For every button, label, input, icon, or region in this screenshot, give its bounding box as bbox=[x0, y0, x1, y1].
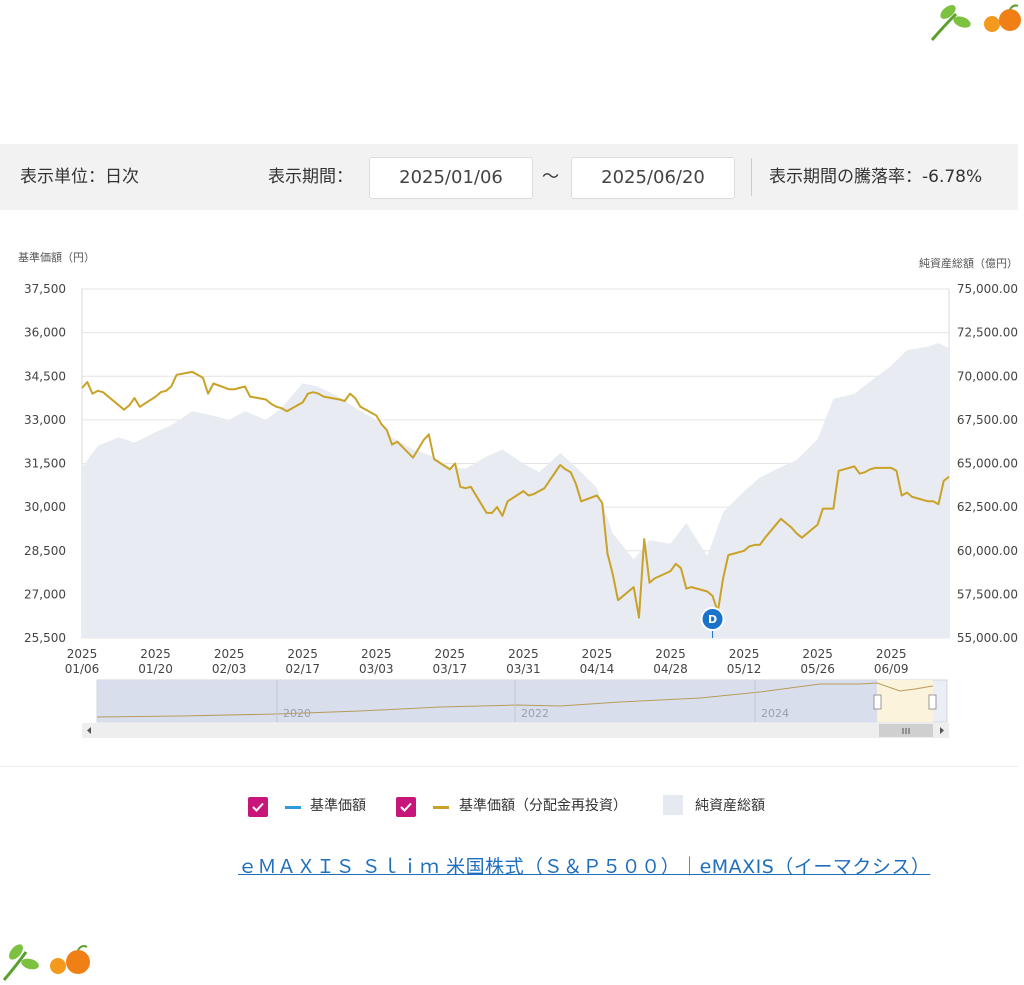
legend-base-price: 基準価額 bbox=[310, 798, 366, 814]
legend-reinvested-price: 基準価額（分配金再投資） bbox=[459, 798, 627, 814]
toolbar-divider bbox=[751, 158, 752, 196]
y-tick-label: 25,500 bbox=[24, 631, 66, 645]
reinvested-price-checkbox[interactable] bbox=[396, 797, 416, 817]
x-tick-date: 01/20 bbox=[138, 662, 173, 676]
x-tick-date: 05/26 bbox=[800, 662, 835, 676]
y2-tick-label: 62,500.00 bbox=[957, 500, 1018, 514]
x-tick-date: 03/03 bbox=[359, 662, 394, 676]
y-tick-label: 37,500 bbox=[24, 282, 66, 296]
fund-page-link[interactable]: ｅＭＡＸＩＳ Ｓｌｉｍ 米国株式（Ｓ＆Ｐ５００）｜eMAXIS（イーマクシス） bbox=[238, 852, 930, 879]
end-date-input[interactable]: 2025/06/20 bbox=[571, 157, 735, 199]
date-range-tilde: ～ bbox=[542, 167, 559, 187]
legend-net-assets: 純資産総額 bbox=[695, 798, 765, 814]
y2-tick-label: 72,500.00 bbox=[957, 326, 1018, 340]
net-assets-swatch[interactable] bbox=[663, 795, 683, 815]
distribution-marker-label: D bbox=[708, 613, 717, 626]
y2-tick-label: 70,000.00 bbox=[957, 369, 1018, 383]
navigator-year-label: 2024 bbox=[761, 707, 789, 720]
x-tick-date: 04/14 bbox=[580, 662, 615, 676]
display-settings-bar: 表示単位：日次 表示期間： 2025/01/06 ～ 2025/06/20 表示… bbox=[0, 144, 1018, 210]
x-tick-date: 01/06 bbox=[65, 662, 100, 676]
display-period-label: 表示期間： bbox=[268, 167, 353, 187]
x-tick-year: 2025 bbox=[729, 647, 760, 661]
x-tick-year: 2025 bbox=[655, 647, 686, 661]
price-chart: 基準価額（円） 純資産総額（億円） 37,500 36,000 34,500 33,0… bbox=[18, 250, 1018, 738]
y-tick-label: 27,000 bbox=[24, 587, 66, 601]
x-tick-year: 2025 bbox=[214, 647, 245, 661]
y-tick-label: 36,000 bbox=[24, 326, 66, 340]
start-date-input[interactable]: 2025/01/06 bbox=[369, 157, 533, 199]
y-tick-label: 33,000 bbox=[24, 413, 66, 427]
x-tick-year: 2025 bbox=[435, 647, 466, 661]
y2-tick-label: 55,000.00 bbox=[957, 631, 1018, 645]
x-tick-year: 2025 bbox=[140, 647, 171, 661]
period-change-rate: 表示期間の騰落率：-6.78% bbox=[769, 167, 983, 187]
base-price-checkbox[interactable] bbox=[248, 797, 268, 817]
y2-tick-label: 65,000.00 bbox=[957, 457, 1018, 471]
y2-tick-label: 67,500.00 bbox=[957, 413, 1018, 427]
reinvested-price-swatch bbox=[433, 806, 449, 809]
x-tick-year: 2025 bbox=[361, 647, 392, 661]
x-tick-date: 03/31 bbox=[506, 662, 541, 676]
y-tick-label: 31,500 bbox=[24, 457, 66, 471]
x-tick-date: 02/03 bbox=[212, 662, 247, 676]
y-tick-label: 30,000 bbox=[24, 500, 66, 514]
base-price-swatch bbox=[285, 806, 301, 809]
x-tick-year: 2025 bbox=[508, 647, 539, 661]
x-tick-date: 04/28 bbox=[653, 662, 688, 676]
x-tick-year: 2025 bbox=[287, 647, 318, 661]
x-tick-date: 05/12 bbox=[727, 662, 762, 676]
leaf-orange-logo-bottom bbox=[2, 944, 90, 981]
x-tick-date: 02/17 bbox=[285, 662, 320, 676]
right-axis-title: 純資産総額（億円） bbox=[919, 256, 1018, 270]
y2-tick-label: 60,000.00 bbox=[957, 544, 1018, 558]
x-tick-year: 2025 bbox=[67, 647, 98, 661]
leaf-orange-logo-top bbox=[930, 4, 1021, 41]
x-tick-year: 2025 bbox=[876, 647, 907, 661]
y-tick-label: 34,500 bbox=[24, 369, 66, 383]
x-tick-year: 2025 bbox=[802, 647, 833, 661]
navigator-scrollbar-track bbox=[82, 723, 949, 738]
navigator-left-handle[interactable] bbox=[873, 694, 882, 710]
display-unit-label: 表示単位：日次 bbox=[20, 167, 139, 187]
y2-tick-label: 57,500.00 bbox=[957, 587, 1018, 601]
check-icon bbox=[252, 802, 264, 812]
check-icon bbox=[400, 802, 412, 812]
y2-tick-label: 75,000.00 bbox=[957, 282, 1018, 296]
navigator-year-label: 2022 bbox=[521, 707, 549, 720]
y-tick-label: 28,500 bbox=[24, 544, 66, 558]
x-tick-date: 06/09 bbox=[874, 662, 909, 676]
x-tick-year: 2025 bbox=[582, 647, 613, 661]
navigator-year-label: 2020 bbox=[283, 707, 311, 720]
navigator-right-handle[interactable] bbox=[928, 694, 937, 710]
left-axis-title: 基準価額（円） bbox=[18, 250, 95, 264]
x-tick-date: 03/17 bbox=[433, 662, 468, 676]
